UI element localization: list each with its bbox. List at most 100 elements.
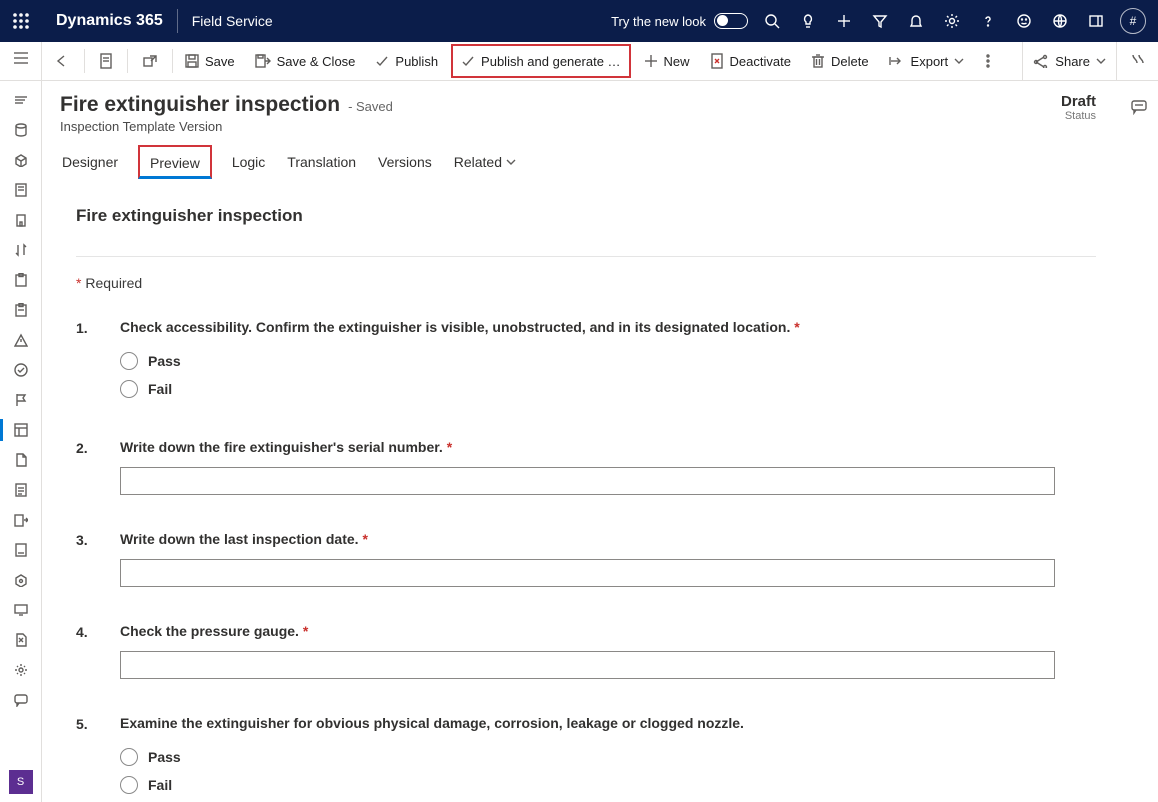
- rail-doc-icon[interactable]: [0, 175, 42, 205]
- status-label: Status: [1061, 110, 1096, 122]
- save-close-label: Save & Close: [277, 54, 356, 69]
- toggle-icon[interactable]: [714, 13, 748, 29]
- share-button[interactable]: Share: [1023, 42, 1116, 80]
- avatar[interactable]: #: [1120, 8, 1146, 34]
- rail-ship-icon[interactable]: [0, 565, 42, 595]
- radio-label: Fail: [148, 777, 172, 793]
- rail-recent-icon[interactable]: [0, 85, 42, 115]
- page-subtitle: Inspection Template Version: [60, 119, 1061, 134]
- publish-button[interactable]: Publish: [365, 42, 448, 80]
- question-number: 2.: [76, 439, 120, 495]
- filter-icon[interactable]: [862, 0, 898, 42]
- rail-docx-icon[interactable]: [0, 625, 42, 655]
- page-title: Fire extinguisher inspection: [60, 93, 340, 117]
- back-button[interactable]: [42, 42, 82, 80]
- bell-icon[interactable]: [898, 0, 934, 42]
- open-new-window-icon[interactable]: [130, 42, 170, 80]
- rail-monitor-icon[interactable]: [0, 595, 42, 625]
- publish-generate-button[interactable]: Publish and generate …: [451, 44, 630, 78]
- rail-package-icon[interactable]: [0, 145, 42, 175]
- search-icon[interactable]: [754, 0, 790, 42]
- radio-label: Pass: [148, 749, 181, 765]
- question-number: 5.: [76, 715, 120, 799]
- form-selector-icon[interactable]: [87, 42, 125, 80]
- product-name[interactable]: Dynamics 365: [42, 9, 178, 33]
- gear-icon[interactable]: [934, 0, 970, 42]
- question-label: Examine the extinguisher for obvious phy…: [120, 715, 1096, 731]
- tab-translation[interactable]: Translation: [285, 146, 358, 178]
- try-new-look-label: Try the new look: [611, 14, 706, 29]
- area-name[interactable]: Field Service: [178, 9, 287, 33]
- text-input[interactable]: [120, 651, 1055, 679]
- status-value: Draft: [1061, 93, 1096, 110]
- deactivate-button[interactable]: Deactivate: [700, 42, 801, 80]
- save-close-button[interactable]: Save & Close: [245, 42, 366, 80]
- save-label: Save: [205, 54, 235, 69]
- content-area: S Fire extinguisher inspection - Saved I…: [0, 81, 1158, 802]
- radio-icon: [120, 776, 138, 794]
- tab-preview[interactable]: Preview: [138, 145, 212, 179]
- app-launcher-icon[interactable]: [0, 0, 42, 42]
- tab-related[interactable]: Related: [452, 146, 518, 178]
- copilot-toggle-button[interactable]: [1116, 42, 1158, 80]
- tab-related-label: Related: [454, 154, 502, 170]
- question-number: 3.: [76, 531, 120, 587]
- form-tabs: Designer Preview Logic Translation Versi…: [42, 142, 1118, 182]
- rail-flag-icon[interactable]: [0, 385, 42, 415]
- tab-versions[interactable]: Versions: [376, 146, 434, 178]
- lightbulb-icon[interactable]: [790, 0, 826, 42]
- question-number: 4.: [76, 623, 120, 679]
- text-input[interactable]: [120, 467, 1055, 495]
- rail-warning-icon[interactable]: [0, 325, 42, 355]
- rail-settings-icon[interactable]: [0, 655, 42, 685]
- save-button[interactable]: Save: [175, 42, 245, 80]
- required-note: * Required: [76, 275, 1096, 291]
- rail-check-icon[interactable]: [0, 355, 42, 385]
- rail-template-icon[interactable]: [0, 415, 42, 445]
- rail-clipboard2-icon[interactable]: [0, 295, 42, 325]
- radio-option-fail[interactable]: Fail: [120, 771, 1096, 799]
- question-row: 2.Write down the fire extinguisher's ser…: [76, 439, 1096, 495]
- radio-icon: [120, 352, 138, 370]
- rail-chat-icon[interactable]: [0, 685, 42, 715]
- radio-label: Fail: [148, 381, 172, 397]
- rail-export-icon[interactable]: [0, 505, 42, 535]
- radio-label: Pass: [148, 353, 181, 369]
- chevron-down-icon: [1096, 57, 1106, 65]
- radio-option-pass[interactable]: Pass: [120, 743, 1096, 771]
- rail-clipboard-icon[interactable]: [0, 265, 42, 295]
- question-row: 4.Check the pressure gauge. *: [76, 623, 1096, 679]
- panel-icon[interactable]: [1078, 0, 1114, 42]
- more-commands-button[interactable]: [974, 42, 1002, 80]
- question-label: Write down the fire extinguisher's seria…: [120, 439, 1096, 455]
- globe-icon[interactable]: [1042, 0, 1078, 42]
- new-button[interactable]: New: [634, 42, 700, 80]
- sitemap-toggle-button[interactable]: [0, 42, 42, 80]
- radio-option-fail[interactable]: Fail: [120, 375, 1096, 403]
- tab-logic[interactable]: Logic: [230, 146, 267, 178]
- rail-area-switcher[interactable]: S: [9, 770, 33, 794]
- try-new-look[interactable]: Try the new look: [611, 13, 748, 29]
- main-panel: Fire extinguisher inspection - Saved Ins…: [42, 81, 1118, 802]
- tab-designer[interactable]: Designer: [60, 146, 120, 178]
- teams-chat-icon[interactable]: [1118, 89, 1158, 125]
- help-icon[interactable]: [970, 0, 1006, 42]
- question-label: Check accessibility. Confirm the extingu…: [120, 319, 1096, 335]
- question-number: 1.: [76, 319, 120, 403]
- rail-doc2-icon[interactable]: [0, 475, 42, 505]
- radio-option-pass[interactable]: Pass: [120, 347, 1096, 375]
- delete-button[interactable]: Delete: [801, 42, 879, 80]
- question-row: 5.Examine the extinguisher for obvious p…: [76, 715, 1096, 799]
- export-button[interactable]: Export: [879, 42, 975, 80]
- add-icon[interactable]: [826, 0, 862, 42]
- rail-page-icon[interactable]: [0, 445, 42, 475]
- emoji-icon[interactable]: [1006, 0, 1042, 42]
- global-header: Dynamics 365 Field Service Try the new l…: [0, 0, 1158, 42]
- rail-sort-icon[interactable]: [0, 235, 42, 265]
- rail-data-icon[interactable]: [0, 115, 42, 145]
- rail-building-icon[interactable]: [0, 205, 42, 235]
- text-input[interactable]: [120, 559, 1055, 587]
- question-row: 1.Check accessibility. Confirm the extin…: [76, 319, 1096, 403]
- question-label: Write down the last inspection date. *: [120, 531, 1096, 547]
- rail-doc3-icon[interactable]: [0, 535, 42, 565]
